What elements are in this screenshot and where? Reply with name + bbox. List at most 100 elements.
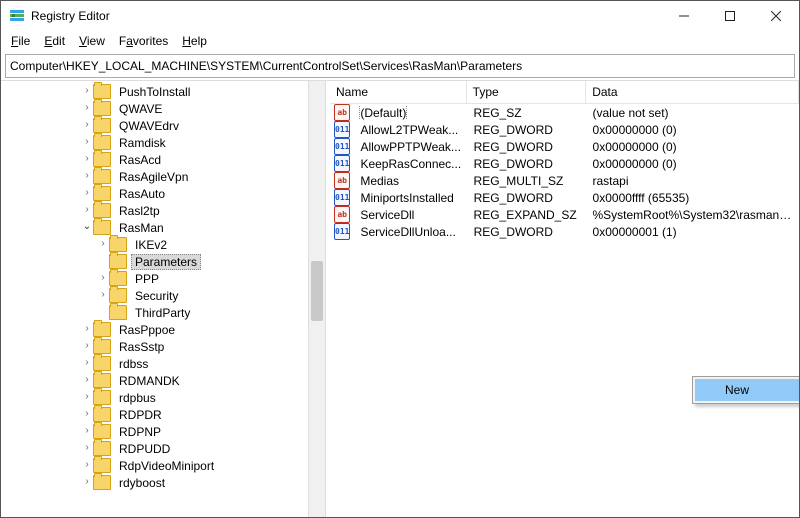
folder-icon <box>93 322 111 337</box>
chevron-right-icon[interactable]: › <box>81 323 93 334</box>
folder-icon <box>93 135 111 150</box>
chevron-right-icon[interactable]: › <box>81 136 93 147</box>
folder-icon <box>93 118 111 133</box>
folder-icon <box>93 475 111 490</box>
value-row[interactable]: ab(Default)REG_SZ(value not set) <box>330 104 799 121</box>
menu-favorites[interactable]: Favorites <box>113 33 174 49</box>
menu-file[interactable]: File <box>5 33 36 49</box>
binary-value-icon: 011 <box>334 121 350 138</box>
chevron-right-icon[interactable]: › <box>81 442 93 453</box>
value-type: REG_EXPAND_SZ <box>468 208 587 222</box>
value-row[interactable]: abMediasREG_MULTI_SZrastapi <box>330 172 799 189</box>
value-row[interactable]: 011KeepRasConnec...REG_DWORD0x00000000 (… <box>330 155 799 172</box>
value-row[interactable]: 011MiniportsInstalledREG_DWORD0x0000ffff… <box>330 189 799 206</box>
tree-view[interactable]: ›PushToInstall›QWAVE›QWAVEdrv›Ramdisk›Ra… <box>1 81 309 517</box>
tree-item[interactable]: › RasAcd <box>1 151 309 168</box>
tree-item[interactable]: ›RDPDR <box>1 406 309 423</box>
folder-icon <box>93 424 111 439</box>
chevron-right-icon[interactable]: › <box>81 340 93 351</box>
chevron-right-icon[interactable]: › <box>81 459 93 470</box>
minimize-button[interactable] <box>661 1 707 31</box>
chevron-right-icon[interactable]: › <box>81 374 93 385</box>
chevron-right-icon[interactable]: › <box>97 289 109 300</box>
tree-item[interactable]: ⌄RasMan <box>1 219 309 236</box>
tree-scrollbar[interactable] <box>308 81 325 517</box>
tree-item[interactable]: › RDPNP <box>1 423 309 440</box>
tree-scrollbar-thumb[interactable] <box>311 261 323 321</box>
address-text: Computer\HKEY_LOCAL_MACHINE\SYSTEM\Curre… <box>10 59 522 73</box>
tree-item-label: rdbss <box>115 356 152 372</box>
tree-item[interactable]: ›RasSstp <box>1 338 309 355</box>
column-header[interactable]: Data <box>586 81 799 103</box>
tree-item-label: Rasl2tp <box>115 203 164 219</box>
menu-view[interactable]: View <box>73 33 111 49</box>
tree-item[interactable]: ›QWAVE <box>1 100 309 117</box>
chevron-right-icon[interactable]: › <box>81 204 93 215</box>
tree-item[interactable]: ThirdParty <box>1 304 309 321</box>
folder-icon <box>93 220 111 235</box>
tree-item[interactable]: ›RDMANDK <box>1 372 309 389</box>
folder-icon <box>93 441 111 456</box>
tree-item[interactable]: › RasPppoe <box>1 321 309 338</box>
chevron-right-icon[interactable]: › <box>97 238 109 249</box>
column-header[interactable]: Name <box>330 81 467 103</box>
tree-item[interactable]: ›Ramdisk <box>1 134 309 151</box>
maximize-button[interactable] <box>707 1 753 31</box>
folder-icon <box>109 254 127 269</box>
chevron-right-icon[interactable]: › <box>81 119 93 130</box>
tree-item-label: RasPppoe <box>115 322 179 338</box>
value-type: REG_DWORD <box>468 140 587 154</box>
tree-item-label: RasAcd <box>115 152 165 168</box>
value-row[interactable]: 011AllowL2TPWeak...REG_DWORD0x00000000 (… <box>330 121 799 138</box>
chevron-right-icon[interactable]: › <box>81 476 93 487</box>
context-menu[interactable]: New ▶ <box>692 376 799 404</box>
chevron-right-icon[interactable]: › <box>81 187 93 198</box>
tree-item[interactable]: › RasAgileVpn <box>1 168 309 185</box>
tree-item[interactable]: ›Security <box>1 287 309 304</box>
close-button[interactable] <box>753 1 799 31</box>
chevron-right-icon[interactable]: › <box>81 408 93 419</box>
folder-icon <box>93 169 111 184</box>
window-title: Registry Editor <box>31 9 661 23</box>
tree-item[interactable]: ›rdyboost <box>1 474 309 491</box>
chevron-right-icon[interactable]: › <box>81 102 93 113</box>
value-data: 0x00000000 (0) <box>587 157 799 171</box>
tree-item[interactable]: ›rdpbus <box>1 389 309 406</box>
value-data: 0x00000000 (0) <box>587 140 799 154</box>
tree-item[interactable]: ›PPP <box>1 270 309 287</box>
value-row[interactable]: 011ServiceDllUnloa...REG_DWORD0x00000001… <box>330 223 799 240</box>
chevron-right-icon[interactable]: › <box>81 170 93 181</box>
tree-item[interactable]: ›QWAVEdrv <box>1 117 309 134</box>
chevron-right-icon[interactable]: › <box>81 391 93 402</box>
context-menu-new[interactable]: New ▶ <box>695 379 799 401</box>
value-row[interactable]: 011AllowPPTPWeak...REG_DWORD0x00000000 (… <box>330 138 799 155</box>
tree-item[interactable]: ›IKEv2 <box>1 236 309 253</box>
value-name: Medias <box>354 174 467 188</box>
chevron-down-icon[interactable]: ⌄ <box>81 221 93 232</box>
binary-value-icon: 011 <box>334 223 350 240</box>
tree-item[interactable]: ›RasAuto <box>1 185 309 202</box>
tree-item[interactable]: › Rasl2tp <box>1 202 309 219</box>
value-type: REG_DWORD <box>468 191 587 205</box>
column-header[interactable]: Type <box>467 81 587 103</box>
address-bar[interactable]: Computer\HKEY_LOCAL_MACHINE\SYSTEM\Curre… <box>5 54 795 78</box>
chevron-right-icon[interactable]: › <box>81 357 93 368</box>
tree-item-label: RDPNP <box>115 424 165 440</box>
tree-item[interactable]: ›RDPUDD <box>1 440 309 457</box>
tree-item[interactable]: Parameters <box>1 253 309 270</box>
value-data: 0x0000ffff (65535) <box>587 191 799 205</box>
list-rows[interactable]: ab(Default)REG_SZ(value not set)011Allow… <box>330 104 799 240</box>
menu-edit[interactable]: Edit <box>38 33 71 49</box>
value-name: ServiceDll <box>354 208 467 222</box>
chevron-right-icon[interactable]: › <box>97 272 109 283</box>
chevron-right-icon[interactable]: › <box>81 153 93 164</box>
chevron-right-icon[interactable]: › <box>81 85 93 96</box>
folder-icon <box>93 203 111 218</box>
chevron-right-icon[interactable]: › <box>81 425 93 436</box>
tree-item[interactable]: › rdbss <box>1 355 309 372</box>
tree-item[interactable]: ›PushToInstall <box>1 83 309 100</box>
menu-help[interactable]: Help <box>176 33 213 49</box>
tree-item-label: RasAgileVpn <box>115 169 192 185</box>
value-row[interactable]: abServiceDllREG_EXPAND_SZ%SystemRoot%\Sy… <box>330 206 799 223</box>
tree-item[interactable]: ›RdpVideoMiniport <box>1 457 309 474</box>
